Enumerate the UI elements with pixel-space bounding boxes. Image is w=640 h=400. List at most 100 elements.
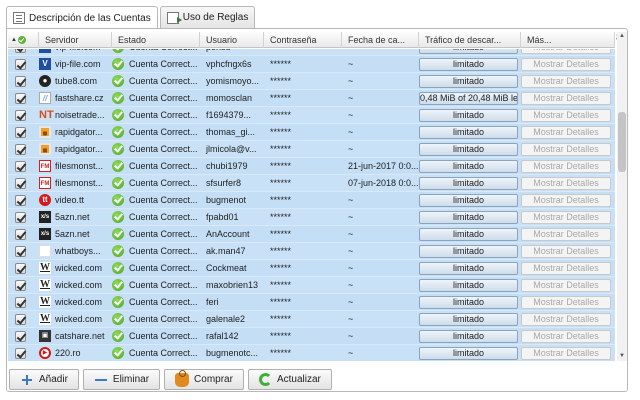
show-details-button[interactable]: Mostrar Detalles — [521, 329, 611, 343]
refresh-button[interactable]: Actualizar — [247, 369, 332, 390]
column-header-server[interactable]: Servidor — [39, 32, 112, 48]
show-details-button[interactable]: Mostrar Detalles — [521, 142, 611, 156]
show-details-button[interactable]: Mostrar Detalles — [521, 108, 611, 122]
enabled-checkbox[interactable] — [15, 92, 26, 104]
traffic-limit-button[interactable]: limitado — [419, 329, 518, 343]
buy-button[interactable]: Comprar — [164, 369, 244, 390]
column-header-expiry-date[interactable]: Fecha de ca... — [342, 32, 419, 48]
column-header-more[interactable]: Más... — [521, 32, 615, 48]
traffic-limit-button[interactable]: limitado — [419, 57, 518, 71]
shopping-bag-icon — [175, 369, 190, 387]
table-row[interactable]: ▣ catshare.net Cuenta Correct... rafal142 **… — [8, 328, 615, 345]
table-row[interactable]: x/s 5azn.net Cuenta Correct... fpabd01 *****… — [8, 209, 615, 226]
show-details-button[interactable]: Mostrar Detalles — [521, 312, 611, 326]
show-details-button[interactable]: Mostrar Detalles — [521, 227, 611, 241]
enabled-checkbox[interactable] — [15, 228, 26, 240]
table-row[interactable]: FM filesmonst... Cuenta Correct... sfsurfer… — [8, 175, 615, 192]
enabled-checkbox[interactable] — [15, 262, 26, 274]
traffic-limit-button[interactable]: limitado — [419, 261, 518, 275]
table-row[interactable]: whatboys... Cuenta Correct... ak.man47 ****… — [8, 243, 615, 260]
remove-button[interactable]: Eliminar — [82, 369, 161, 390]
vipfile-logo-icon: V — [39, 58, 51, 70]
traffic-limit-button[interactable]: limitado — [419, 159, 518, 173]
column-header-status[interactable]: Estado — [112, 32, 200, 48]
vertical-scrollbar[interactable]: ▲ ▼ — [617, 32, 627, 361]
show-details-button[interactable]: Mostrar Detalles — [521, 159, 611, 173]
traffic-limit-button[interactable]: limitado — [419, 312, 518, 326]
table-row[interactable]: ◼ rapidgator... Cuenta Correct... jlmicola@… — [8, 141, 615, 158]
enabled-checkbox[interactable] — [15, 58, 26, 70]
show-details-button[interactable]: Mostrar Detalles — [521, 176, 611, 190]
user-cell: momosclan — [206, 93, 253, 103]
enabled-checkbox[interactable] — [15, 313, 26, 325]
enabled-checkbox[interactable] — [15, 177, 26, 189]
password-cell: ****** — [270, 297, 292, 307]
enabled-checkbox[interactable] — [15, 75, 26, 87]
tab-rule-usage[interactable]: Uso de Reglas — [159, 6, 256, 28]
table-row[interactable]: FM filesmonst... Cuenta Correct... chubi197… — [8, 158, 615, 175]
show-details-button[interactable]: Mostrar Detalles — [521, 125, 611, 139]
table-row[interactable]: ▶ 220.ro Cuenta Correct... bugmenotc... ****… — [8, 345, 615, 361]
column-header-user[interactable]: Usuario — [200, 32, 264, 48]
enabled-checkbox[interactable] — [15, 126, 26, 138]
traffic-limit-button[interactable]: limitado — [419, 142, 518, 156]
traffic-limit-button[interactable]: limitado — [419, 74, 518, 88]
show-details-button[interactable]: Mostrar Detalles — [521, 57, 611, 71]
table-row[interactable]: Vvip-file.com Cuenta Correct... vphcfngx6s… — [8, 56, 615, 73]
password-cell: ****** — [270, 144, 292, 154]
enabled-checkbox[interactable] — [15, 211, 26, 223]
table-row[interactable]: Wwicked.com Cuenta Correct... feri ****** ~ l… — [8, 294, 615, 311]
show-details-button[interactable]: Mostrar Detalles — [521, 210, 611, 224]
traffic-limit-button[interactable]: 0,48 MiB of 20,48 MiB lef — [419, 91, 518, 105]
enabled-checkbox[interactable] — [15, 296, 26, 308]
traffic-limit-button[interactable]: limitado — [419, 346, 518, 360]
select-all-column-header[interactable]: ▲ — [8, 32, 39, 48]
traffic-limit-button[interactable]: limitado — [419, 227, 518, 241]
scroll-up-arrow-icon[interactable]: ▲ — [617, 32, 627, 41]
table-row[interactable]: NT noisetrade... Cuenta Correct... f1694379… — [8, 107, 615, 124]
table-row[interactable]: Wwicked.com Cuenta Correct... galenale2 ***… — [8, 311, 615, 328]
show-details-button[interactable]: Mostrar Detalles — [521, 278, 611, 292]
show-details-button[interactable]: Mostrar Detalles — [521, 244, 611, 258]
traffic-limit-button[interactable]: limitado — [419, 278, 518, 292]
traffic-limit-button[interactable]: limitado — [419, 295, 518, 309]
table-row[interactable]: ● tube8.com Cuenta Correct... yomismoyo... *… — [8, 73, 615, 90]
traffic-limit-button[interactable]: limitado — [419, 210, 518, 224]
scroll-down-arrow-icon[interactable]: ▼ — [617, 352, 627, 361]
enabled-checkbox[interactable] — [15, 245, 26, 257]
show-details-button[interactable]: Mostrar Detalles — [521, 49, 611, 54]
table-row[interactable]: tt video.tt Cuenta Correct... bugmenot *****… — [8, 192, 615, 209]
enabled-checkbox[interactable] — [15, 347, 26, 359]
traffic-limit-button[interactable]: limitado — [419, 244, 518, 258]
enabled-checkbox[interactable] — [15, 279, 26, 291]
show-details-button[interactable]: Mostrar Detalles — [521, 193, 611, 207]
show-details-button[interactable]: Mostrar Detalles — [521, 346, 611, 360]
table-row[interactable]: Wwicked.com Cuenta Correct... Cockmeat ****… — [8, 260, 615, 277]
enabled-checkbox[interactable] — [15, 160, 26, 172]
table-row[interactable]: // fastshare.cz Cuenta Correct... momosclan… — [8, 90, 615, 107]
enabled-checkbox[interactable] — [15, 143, 26, 155]
enabled-checkbox[interactable] — [15, 49, 26, 53]
show-details-button[interactable]: Mostrar Detalles — [521, 74, 611, 88]
enabled-checkbox[interactable] — [15, 194, 26, 206]
traffic-limit-button[interactable]: limitado — [419, 108, 518, 122]
show-details-button[interactable]: Mostrar Detalles — [521, 295, 611, 309]
traffic-limit-button[interactable]: limitado — [419, 49, 518, 54]
column-header-password[interactable]: Contraseña — [264, 32, 342, 48]
table-row[interactable]: ◼ rapidgator... Cuenta Correct... thomas_gi… — [8, 124, 615, 141]
add-button[interactable]: Añadir — [9, 369, 79, 390]
row-checkbox-cell — [8, 226, 39, 242]
traffic-limit-button[interactable]: limitado — [419, 193, 518, 207]
scrollbar-thumb[interactable] — [618, 112, 626, 172]
traffic-limit-button[interactable]: limitado — [419, 125, 518, 139]
enabled-checkbox[interactable] — [15, 330, 26, 342]
table-row[interactable]: Wwicked.com Cuenta Correct... maxobrien13 *… — [8, 277, 615, 294]
tab-account-overview[interactable]: Descripción de las Cuentas — [6, 6, 158, 29]
show-details-button[interactable]: Mostrar Detalles — [521, 91, 611, 105]
table-row[interactable]: Vvip-file.com Cuenta Correct...ponsd*****… — [8, 49, 615, 56]
show-details-button[interactable]: Mostrar Detalles — [521, 261, 611, 275]
enabled-checkbox[interactable] — [15, 109, 26, 121]
traffic-limit-button[interactable]: limitado — [419, 176, 518, 190]
table-row[interactable]: x/s 5azn.net Cuenta Correct... AnAccount ***… — [8, 226, 615, 243]
column-header-traffic[interactable]: Tráfico de descar... — [419, 32, 521, 48]
